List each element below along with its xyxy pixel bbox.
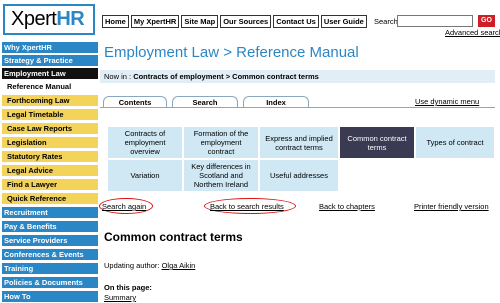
sidebar-item-quick-reference[interactable]: Quick Reference [2,193,98,205]
on-this-page-label: On this page: [104,283,152,292]
author-link[interactable]: Olga Aikin [162,261,196,270]
author-label: Updating author: [104,261,160,270]
go-button[interactable]: GO [478,15,495,27]
logo-text: XpertHR [11,8,85,31]
grid-cell-contracts-overview[interactable]: Contracts of employment overview [107,126,183,159]
grid-cell-variation[interactable]: Variation [107,159,183,192]
sidebar-item-legislation[interactable]: Legislation [2,137,98,149]
grid-cell-key-differences[interactable]: Key differences in Scotland and Northern… [183,159,259,192]
grid-cell-express-implied[interactable]: Express and implied contract terms [259,126,339,159]
nav-user-guide-button[interactable]: User Guide [320,15,367,28]
section-heading: Common contract terms [104,230,243,244]
sidebar-item-reference-manual[interactable]: Reference Manual [2,81,98,93]
sidebar-item-employment-law[interactable]: Employment Law [2,68,98,80]
chapter-grid: Contracts of employment overview Formati… [107,126,497,192]
grid-cell-types-of-contract[interactable]: Types of contract [415,126,495,159]
breadcrumb-path[interactable]: Contracts of employment > Common contrac… [133,72,319,81]
sidebar-item-legal-timetable[interactable]: Legal Timetable [2,109,98,121]
tab-underline [100,107,495,108]
nav-contact-us-button[interactable]: Contact Us [273,15,319,28]
xperthr-logo[interactable]: XpertHR [3,4,95,35]
sidebar-item-find-a-lawyer[interactable]: Find a Lawyer [2,179,98,191]
logo-prefix: Xpert [11,8,57,30]
back-to-search-results-link[interactable]: Back to search results [210,202,284,211]
search-input[interactable] [397,15,473,27]
grid-cell-common-terms[interactable]: Common contract terms [339,126,415,159]
back-to-chapters-link[interactable]: Back to chapters [319,202,375,211]
sidebar-item-recruitment[interactable]: Recruitment [2,207,98,219]
sidebar-item-how-to[interactable]: How To [2,291,98,303]
sidebar-item-case-law-reports[interactable]: Case Law Reports [2,123,98,135]
grid-cell-formation[interactable]: Formation of the employment contract [183,126,259,159]
printer-friendly-link[interactable]: Printer friendly version [414,202,489,211]
search-again-link[interactable]: Search again [102,202,146,211]
sidebar-item-service-providers[interactable]: Service Providers [2,235,98,247]
main-content: Employment Law > Reference Manual Now in… [98,40,500,303]
page-title: Employment Law > Reference Manual [104,44,359,61]
sidebar: Why XpertHR Strategy & Practice Employme… [0,40,98,303]
author-line: Updating author: Olga Aikin [104,261,195,270]
breadcrumb: Now in : Contracts of employment > Commo… [100,70,495,83]
grid-cell-useful-addresses[interactable]: Useful addresses [259,159,339,192]
breadcrumb-prefix: Now in : [104,72,132,81]
sidebar-item-forthcoming-law[interactable]: Forthcoming Law [2,95,98,107]
summary-link[interactable]: Summary [104,293,136,302]
sidebar-item-training[interactable]: Training [2,263,98,275]
dynamic-menu-link[interactable]: Use dynamic menu [415,97,479,106]
logo-suffix: HR [56,8,85,30]
sidebar-item-statutory-rates[interactable]: Statutory Rates [2,151,98,163]
nav-our-sources-button[interactable]: Our Sources [220,15,272,28]
sidebar-item-strategy-practice[interactable]: Strategy & Practice [2,55,98,67]
sidebar-item-conferences-events[interactable]: Conferences & Events [2,249,98,261]
sidebar-item-why-xperthr[interactable]: Why XpertHR [2,42,98,54]
top-nav: Home My XpertHR Site Map Our Sources Con… [102,15,367,28]
sidebar-item-policies-documents[interactable]: Policies & Documents [2,277,98,289]
advanced-search-link[interactable]: Advanced search [445,28,500,37]
header: XpertHR Home My XpertHR Site Map Our Sou… [0,0,500,40]
sidebar-item-pay-benefits[interactable]: Pay & Benefits [2,221,98,233]
nav-home-button[interactable]: Home [102,15,129,28]
nav-site-map-button[interactable]: Site Map [181,15,219,28]
search-label: Search [374,17,398,26]
nav-my-xperthr-button[interactable]: My XpertHR [130,15,180,28]
sidebar-item-legal-advice[interactable]: Legal Advice [2,165,98,177]
